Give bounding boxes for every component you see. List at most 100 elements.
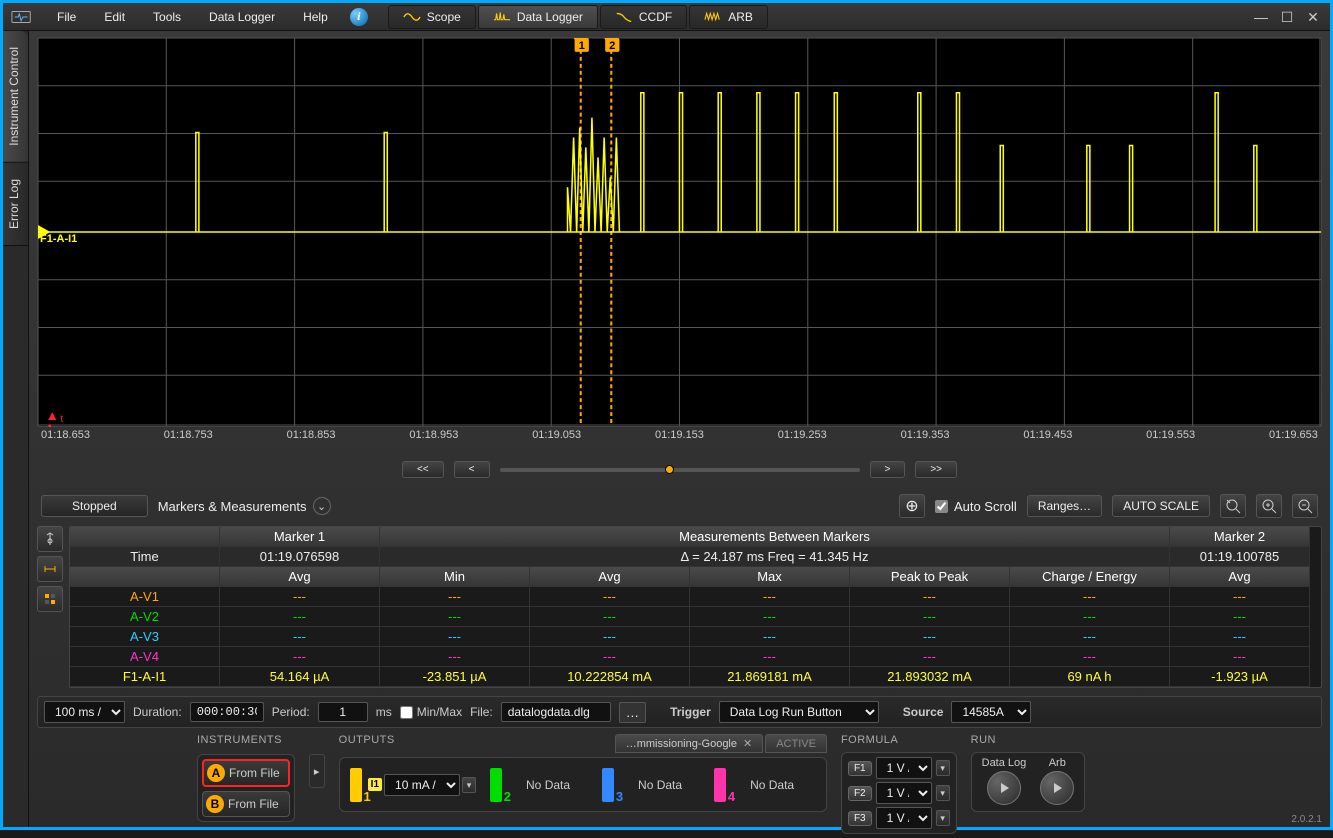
time-div-select[interactable]: 100 ms / <box>44 701 125 723</box>
menu-datalogger[interactable]: Data Logger <box>197 6 287 28</box>
file-browse-button[interactable]: … <box>619 702 646 723</box>
table-row: A-V4 --- --- --- --- --- --- --- <box>70 647 1321 667</box>
menubar: File Edit Tools Data Logger Help i Scope… <box>3 3 1330 31</box>
status-badge: Stopped <box>41 495 148 517</box>
info-icon[interactable]: i <box>350 8 368 26</box>
zoom-out-button[interactable] <box>1292 494 1318 518</box>
output-4-nodata: No Data <box>732 778 812 792</box>
horiz-tool-button[interactable] <box>37 556 63 582</box>
menu-edit[interactable]: Edit <box>92 6 137 28</box>
run-label: RUN <box>971 734 1086 746</box>
zoom-in-button[interactable] <box>1256 494 1282 518</box>
sidetab-error-log[interactable]: Error Log <box>3 163 28 246</box>
burst-icon <box>493 10 511 24</box>
period-unit: ms <box>376 705 392 719</box>
auto-scroll-checkbox[interactable]: Auto Scroll <box>935 499 1017 514</box>
formula-f2-key[interactable]: F2 <box>848 786 872 801</box>
output-2[interactable]: 2 No Data <box>490 768 588 802</box>
instrument-b-button[interactable]: B From File <box>202 791 290 817</box>
instruments-label: INSTRUMENTS <box>197 734 295 746</box>
side-tabs: Instrument Control Error Log <box>3 31 29 827</box>
col-avg: Avg <box>530 567 690 587</box>
output-4-bar: 4 <box>714 768 726 802</box>
instrument-a-button[interactable]: A From File <box>202 759 290 787</box>
run-datalog-button[interactable] <box>987 771 1021 805</box>
mid-toolbar: Stopped Markers & Measurements ⌄ ⊕ Auto … <box>37 490 1322 522</box>
instrument-a-chip: A <box>207 764 225 782</box>
between-sub: Δ = 24.187 ms Freq = 41.345 Hz <box>380 547 1170 567</box>
formula-f3-key[interactable]: F3 <box>848 811 872 826</box>
svg-text:1: 1 <box>579 40 585 52</box>
output-1[interactable]: 1 I1 10 mA / ▾ <box>350 768 476 802</box>
minmax-checkbox[interactable]: Min/Max <box>400 705 462 719</box>
scope-display[interactable]: 1 2 t <box>37 37 1322 427</box>
nav-prev-button[interactable]: < <box>454 461 490 478</box>
period-input[interactable] <box>318 702 368 722</box>
tool-rail <box>37 526 65 688</box>
auto-scroll-input[interactable] <box>935 500 948 513</box>
grid-tool-button[interactable] <box>37 586 63 612</box>
nav-thumb[interactable] <box>665 465 674 474</box>
output-3[interactable]: 3 No Data <box>602 768 700 802</box>
autoscale-button[interactable]: AUTO SCALE <box>1112 495 1210 517</box>
chevron-down-icon[interactable]: ▾ <box>462 777 476 793</box>
timeline-nav: << < > >> <box>37 461 1322 478</box>
nav-first-button[interactable]: << <box>402 461 444 478</box>
nav-next-button[interactable]: > <box>870 461 906 478</box>
file-input[interactable] <box>501 702 611 722</box>
trigger-select[interactable]: Data Log Run Button <box>719 701 879 723</box>
col-p2p: Peak to Peak <box>850 567 1010 587</box>
col-max: Max <box>690 567 850 587</box>
formula-f3-select[interactable]: 1 V / <box>876 807 932 829</box>
output-4[interactable]: 4 No Data <box>714 768 812 802</box>
run-arb-button[interactable] <box>1040 771 1074 805</box>
formula-f2-select[interactable]: 1 V / <box>876 782 932 804</box>
tab-scope[interactable]: Scope <box>388 5 476 29</box>
svg-text:2: 2 <box>609 40 615 52</box>
outputs-label: OUTPUTS <box>339 734 395 751</box>
minmax-input[interactable] <box>400 706 413 719</box>
formula-f1-key[interactable]: F1 <box>848 761 872 776</box>
marker2-time: 01:19.100785 <box>1170 547 1310 567</box>
col-avg1: Avg <box>220 567 380 587</box>
menu-tools[interactable]: Tools <box>141 6 193 28</box>
expand-instruments-button[interactable]: ▸ <box>309 754 325 788</box>
close-icon[interactable]: ✕ <box>743 737 752 750</box>
chevron-down-icon[interactable]: ▾ <box>936 760 950 776</box>
chevron-down-icon[interactable]: ▾ <box>936 810 950 826</box>
tick: 01:19.153 <box>655 429 704 441</box>
output-1-range-select[interactable]: 10 mA / <box>384 774 460 796</box>
cursor-tool-button[interactable] <box>37 526 63 552</box>
source-select[interactable]: 14585A <box>951 701 1031 723</box>
nav-slider[interactable] <box>500 468 860 472</box>
output-2-nodata: No Data <box>508 778 588 792</box>
minimize-button[interactable]: — <box>1252 9 1270 25</box>
tick: 01:19.453 <box>1023 429 1072 441</box>
options-bar: 100 ms / Duration: Period: ms Min/Max Fi… <box>37 696 1322 728</box>
close-button[interactable]: ✕ <box>1304 9 1322 25</box>
menu-file[interactable]: File <box>45 6 88 28</box>
ranges-button[interactable]: Ranges… <box>1027 495 1102 517</box>
chevron-down-icon[interactable]: ▾ <box>936 785 950 801</box>
sidetab-instrument-control[interactable]: Instrument Control <box>3 31 28 163</box>
active-tab[interactable]: ACTIVE <box>765 734 827 753</box>
hdr-marker1: Marker 1 <box>220 527 380 547</box>
tick: 01:19.653 <box>1269 429 1318 441</box>
tab-datalogger[interactable]: Data Logger <box>478 5 598 29</box>
app-icon <box>11 8 33 26</box>
run-arb-label: Arb <box>1049 757 1066 769</box>
svg-text:t: t <box>60 414 63 425</box>
duration-input[interactable] <box>190 702 264 722</box>
zoom-fit-button[interactable] <box>1220 494 1246 518</box>
maximize-button[interactable]: ☐ <box>1278 9 1296 25</box>
tab-arb[interactable]: ARB <box>689 5 768 29</box>
menu-help[interactable]: Help <box>291 6 340 28</box>
chevron-down-icon[interactable]: ⌄ <box>313 497 331 515</box>
tabbar: Scope Data Logger CCDF ARB <box>388 5 770 29</box>
document-tab[interactable]: …mmissioning-Google✕ <box>615 734 763 753</box>
hdr-empty <box>70 527 220 547</box>
add-marker-button[interactable]: ⊕ <box>899 494 925 518</box>
tab-ccdf[interactable]: CCDF <box>600 5 687 29</box>
nav-last-button[interactable]: >> <box>915 461 957 478</box>
formula-f1-select[interactable]: 1 V / <box>876 757 932 779</box>
